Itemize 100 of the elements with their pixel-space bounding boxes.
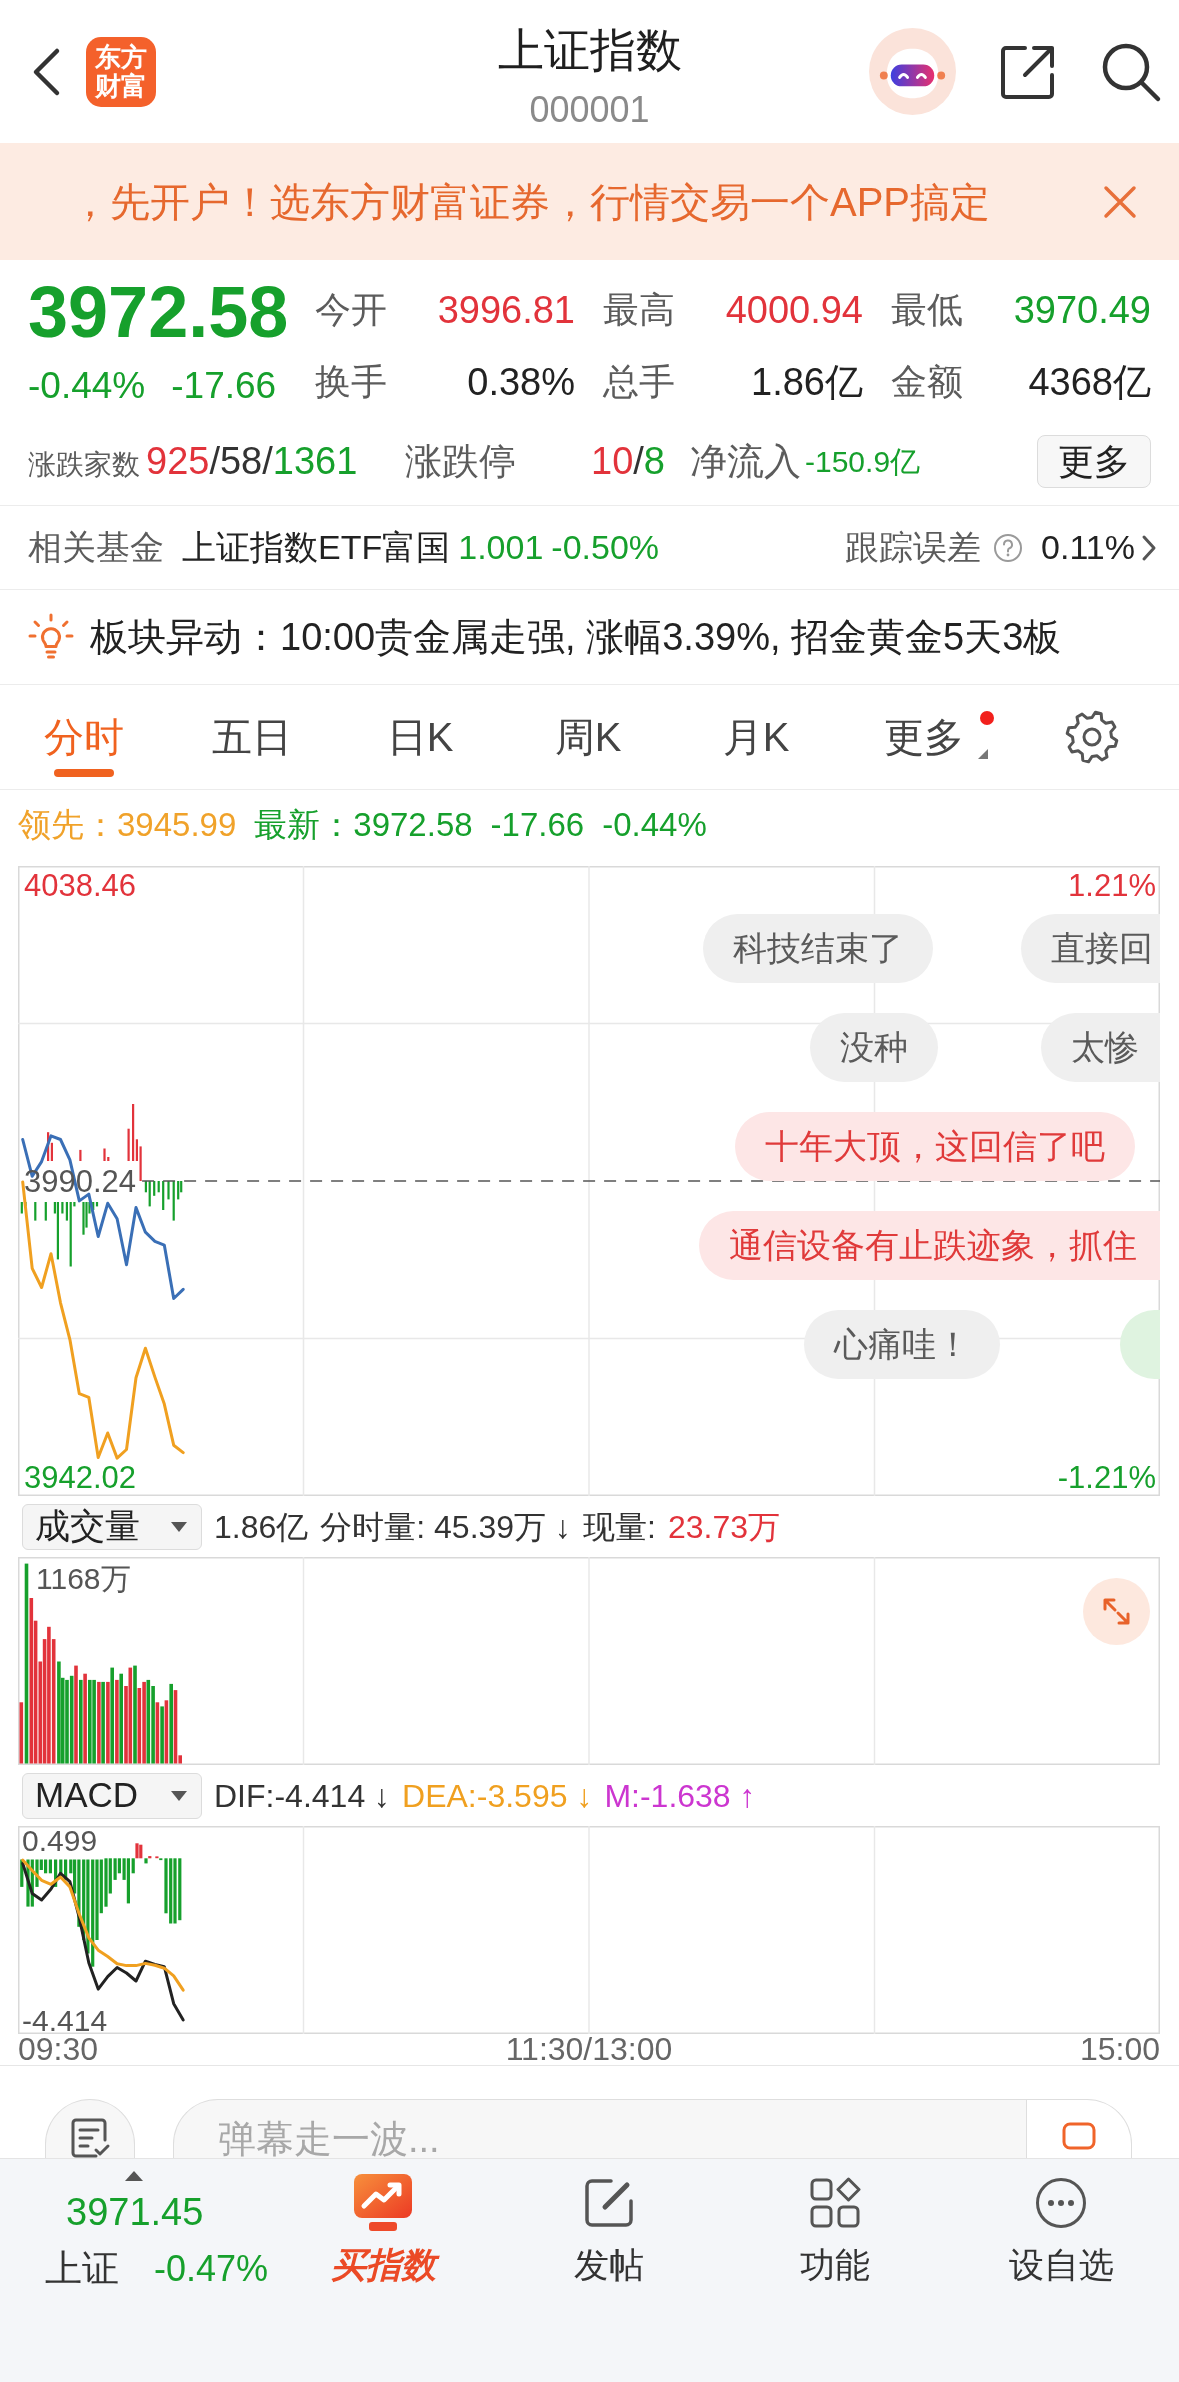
dropdown-triangle-icon	[978, 749, 988, 759]
comment-bubble: 科技结束了	[703, 914, 933, 983]
axis-label: 1168万	[36, 1562, 131, 1595]
difference-bar	[127, 1128, 130, 1161]
histogram-bar	[20, 1859, 24, 1887]
legend-value: 最新：3972.58	[254, 805, 473, 846]
difference-bar	[167, 1181, 170, 1200]
axis-label: -4.414	[22, 2003, 108, 2034]
page-title: 上证指数	[497, 24, 682, 76]
time-label: 11:30/13:00	[505, 2034, 673, 2065]
legend-value: -0.44%	[602, 805, 707, 846]
axis-label: -1.21%	[1057, 1460, 1156, 1495]
fund-change: -0.50%	[551, 527, 660, 568]
stat-label: 总手	[603, 360, 675, 404]
fund-price: 1.001	[458, 527, 544, 568]
caret-icon	[171, 1790, 187, 1801]
legend-value: 领先：3945.99	[18, 805, 237, 846]
stat-label: 换手	[315, 360, 387, 404]
axis-label: 1.21%	[1068, 868, 1156, 903]
more-button[interactable]: 更多	[1037, 435, 1151, 488]
volume-stat: 1.86亿	[214, 1507, 309, 1547]
tab-bar-item[interactable]: 功能	[722, 2171, 948, 2301]
tab-bar-item[interactable]: 设自选	[948, 2171, 1174, 2301]
indicator-dropdown[interactable]: 成交量	[22, 1503, 202, 1550]
chart-tile-icon	[353, 2173, 413, 2233]
net-inflow-label: 净流入	[690, 439, 801, 484]
volume-stat: 分时量: 45.39万 ↓	[320, 1507, 572, 1547]
chart-tab[interactable]: 更多	[840, 685, 1008, 789]
difference-bar	[79, 1149, 82, 1161]
stat-value: 4368亿	[1028, 359, 1151, 405]
breadth-label: 涨跌家数	[28, 448, 140, 482]
axis-label: 3942.02	[24, 1460, 137, 1495]
robot-icon[interactable]	[869, 28, 956, 115]
limit-value: 10/8	[591, 439, 665, 484]
caret-up-icon[interactable]	[125, 2171, 143, 2181]
fund-name[interactable]: 上证指数ETF富国	[182, 522, 451, 573]
close-icon[interactable]	[1103, 184, 1137, 219]
time-label: 09:30	[18, 2034, 99, 2065]
change-percent: -0.44%	[28, 364, 146, 408]
indicator-value: M:-1.638 ↑	[604, 1776, 756, 1816]
index-code: 000001	[529, 90, 650, 130]
axis-label: 0.499	[22, 1826, 98, 1857]
last-price: 3972.58	[28, 272, 289, 352]
tab-bar-item[interactable]: 买指数	[270, 2171, 496, 2301]
indicator-value: DIF:-4.414 ↓	[214, 1776, 391, 1816]
comment-bubble: 直接回	[1021, 914, 1160, 983]
help-icon[interactable]	[993, 532, 1024, 563]
volume-stat: 23.73万	[667, 1507, 780, 1547]
chart-tab[interactable]: 五日	[168, 685, 336, 789]
tracking-error-value: 0.11%	[1041, 527, 1135, 568]
edit-icon	[583, 2177, 635, 2229]
danmaku-send-button[interactable]	[1026, 2099, 1132, 2158]
difference-bar	[172, 1181, 175, 1221]
comment-bubble: 十年大顶，这回信了吧	[735, 1112, 1135, 1181]
stat-value: 0.38%	[467, 359, 575, 405]
tab-bar-item[interactable]: 发帖	[496, 2171, 722, 2301]
index-name[interactable]: 上证	[45, 2245, 119, 2293]
lightbulb-icon	[28, 613, 74, 661]
stat-label: 最高	[603, 288, 675, 332]
danmaku-list-button[interactable]	[45, 2099, 135, 2158]
danmaku-input[interactable]: 弹幕走一波...	[173, 2099, 1026, 2158]
sector-alert-text[interactable]: 板块异动：10:00贵金属走强, 涨幅3.39%, 招金黄金5天3板	[90, 608, 1062, 666]
difference-bar	[162, 1181, 165, 1210]
expand-icon[interactable]	[1083, 1578, 1150, 1645]
settings-icon[interactable]	[1064, 709, 1120, 765]
chart-tab[interactable]: 月K	[672, 685, 840, 789]
comment-bubble: 通信设备有止跌迹象，抓住	[699, 1211, 1160, 1280]
stat-value: 1.86亿	[751, 359, 863, 405]
stat-label: 最低	[891, 288, 963, 332]
more-icon	[1035, 2177, 1087, 2229]
tracking-error-label: 跟踪误差	[845, 527, 982, 568]
grid-icon	[809, 2177, 861, 2229]
indicator-dropdown[interactable]: MACD	[22, 1772, 202, 1819]
difference-bar	[44, 1202, 47, 1221]
notification-dot-icon	[980, 711, 994, 725]
difference-bar	[34, 1202, 37, 1221]
volume-stat: 现量:	[583, 1507, 656, 1547]
stat-label: 今开	[315, 288, 387, 332]
breadth-value: 925/58/1361	[146, 439, 358, 484]
limit-label: 涨跌停	[405, 439, 516, 484]
chart-tab[interactable]: 日K	[336, 685, 504, 789]
comment-bubble: 太惨	[1041, 1013, 1160, 1082]
comment-bubble: 没种	[810, 1013, 938, 1082]
app-logo: 东方财富	[86, 36, 156, 107]
stat-value: 4000.94	[725, 287, 863, 333]
comment-icon	[1062, 2122, 1096, 2150]
legend-value: -17.66	[490, 805, 585, 846]
comment-bubble: 心痛哇！	[804, 1310, 1000, 1379]
stat-label: 金额	[891, 360, 963, 404]
indicator-value: DEA:-3.595 ↓	[402, 1776, 593, 1816]
stat-value: 3996.81	[437, 287, 575, 333]
axis-label: 4038.46	[24, 868, 137, 903]
chart-tab[interactable]: 周K	[504, 685, 672, 789]
chevron-right-icon[interactable]	[1141, 533, 1157, 562]
stat-value: 3970.49	[1013, 287, 1151, 333]
net-inflow-value: -150.9亿	[805, 444, 921, 480]
fund-label: 相关基金	[28, 527, 164, 568]
change-amount: -17.66	[171, 364, 277, 408]
time-label: 15:00	[1079, 2034, 1160, 2065]
caret-icon	[171, 1521, 187, 1532]
